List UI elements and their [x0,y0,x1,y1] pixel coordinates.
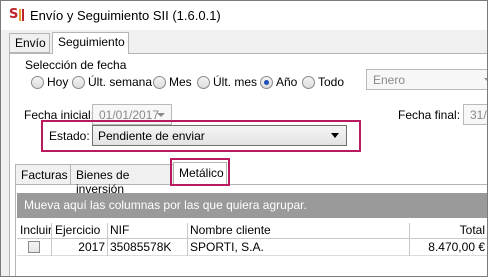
radio-ult-mes-label: Últ. mes [213,75,258,89]
radio-todo-label: Todo [318,75,345,89]
tab-seguimiento-label: Seguimiento [58,35,125,49]
radio-ult-semana[interactable]: Últ. semana [72,74,152,90]
chevron-down-icon [331,133,339,138]
radio-mes[interactable]: Mes [153,74,192,90]
table-row[interactable]: 2017 35085578K SPORTI, S.A. 8.470,00 € [17,239,487,256]
grid-header: Incluir Ejercicio NIF Nombre cliente Tot… [17,223,487,239]
end-date-value: 31/1 [470,108,487,122]
radio-mes-label: Mes [169,75,192,89]
column-divider[interactable] [187,223,188,239]
month-select-value: Enero [373,73,406,87]
column-divider [107,239,108,256]
cell-total: 8.470,00 € [428,240,485,254]
date-selection-label: Selección de fecha [25,58,127,72]
column-header-nif[interactable]: NIF [110,223,129,239]
end-date-label: Fecha final: [398,108,461,122]
incluir-checkbox[interactable] [28,241,40,253]
chevron-down-icon [157,113,165,117]
radio-ano-icon [260,75,273,89]
estado-select[interactable]: Pendiente de enviar [92,125,347,146]
chevron-down-icon [484,78,487,82]
tab-bienes-de-inversion[interactable]: Bienes de inversión [70,164,186,196]
column-header-total[interactable]: Total [460,223,485,239]
radio-ult-semana-icon [72,75,85,89]
radio-ult-semana-label: Últ. semana [88,75,153,89]
column-divider[interactable] [409,223,410,239]
column-divider[interactable] [51,223,52,239]
tab-bienes-de-inversion-label: Bienes de inversión [76,168,130,196]
tab-envio-label: Envío [15,36,46,50]
app-window: S Envío y Seguimiento SII (1.6.0.1) Enví… [0,0,488,277]
tab-seguimiento[interactable]: Seguimiento [52,32,129,54]
radio-ano[interactable]: Año [260,74,297,90]
column-divider [187,239,188,256]
column-divider [51,239,52,256]
radio-ult-mes[interactable]: Últ. mes [197,74,257,90]
radio-hoy-icon [31,75,44,89]
group-by-area[interactable]: Mueva aquí las columnas por las que quie… [17,193,487,218]
end-date-picker[interactable]: 31/1 [463,104,487,125]
radio-hoy[interactable]: Hoy [31,74,68,90]
radio-ano-label: Año [276,75,298,89]
tab-facturas[interactable]: Facturas [15,164,71,185]
column-divider [409,239,410,256]
month-select[interactable]: Enero [366,69,487,90]
estado-label: Estado: [49,129,90,143]
cell-ejercicio: 2017 [78,240,105,254]
column-header-incluir[interactable]: Incluir [20,223,52,239]
column-header-ejercicio[interactable]: Ejercicio [55,223,100,239]
column-divider[interactable] [107,223,108,239]
radio-todo-icon [302,75,315,89]
group-by-hint: Mueva aquí las columnas por las que quie… [24,198,307,212]
estado-select-value: Pendiente de enviar [98,129,205,143]
tab-facturas-label: Facturas [21,168,68,182]
metalico-highlight [170,158,230,186]
window-title: Envío y Seguimiento SII (1.6.0.1) [30,8,221,23]
radio-hoy-label: Hoy [47,75,69,89]
radio-ult-mes-icon [197,75,210,89]
title-bar: S Envío y Seguimiento SII (1.6.0.1) [1,1,487,30]
radio-todo[interactable]: Todo [302,74,344,90]
cell-nombre-cliente: SPORTI, S.A. [190,240,264,254]
column-header-nombre-cliente[interactable]: Nombre cliente [190,223,271,239]
cell-nif: 35085578K [110,240,172,254]
app-logo-icon: S [9,7,25,22]
radio-mes-icon [153,75,166,89]
tab-envio[interactable]: Envío [9,33,50,53]
